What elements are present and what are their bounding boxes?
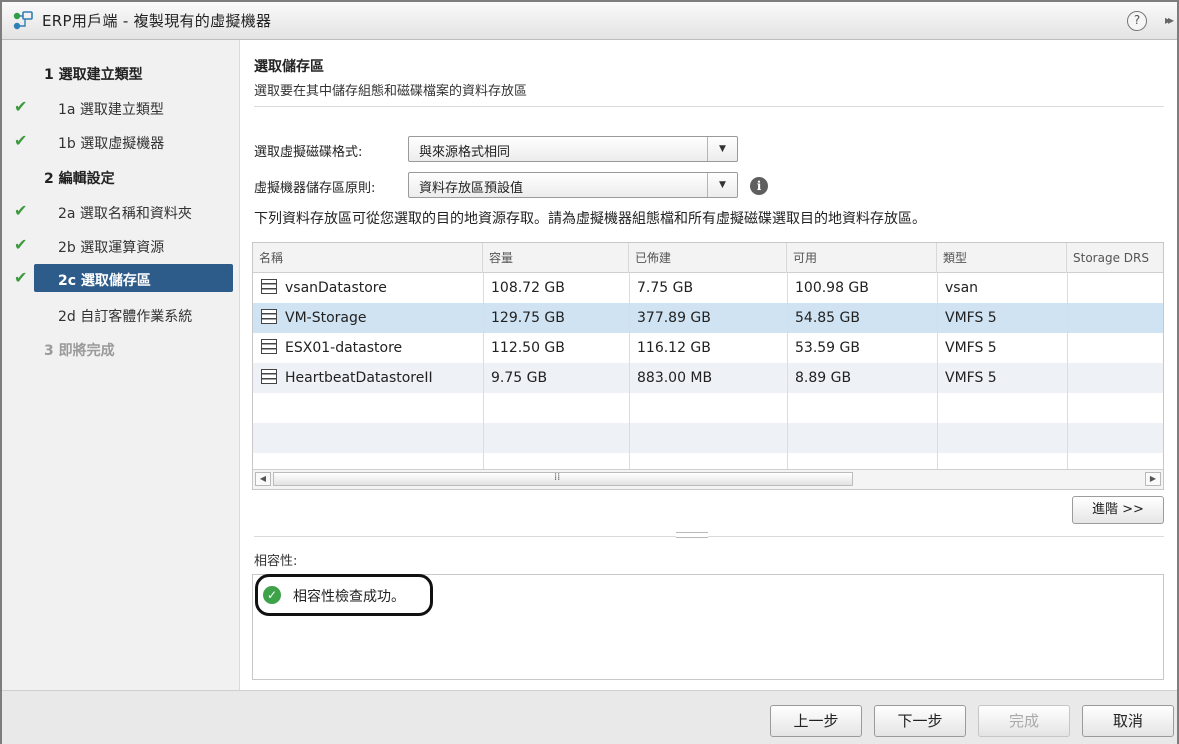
disk-format-select[interactable]: 與來源格式相同 ▼ bbox=[408, 136, 738, 162]
storage-policy-value: 資料存放區預設值 bbox=[419, 181, 524, 196]
wizard-window: ERP用戶端 - 複製現有的虛擬機器 ? ▸▸ 1 選取建立類型 ✔ 1a 選取… bbox=[0, 0, 1179, 744]
scroll-right-icon[interactable]: ▶ bbox=[1145, 472, 1161, 486]
storage-policy-label: 虛擬機器儲存區原則: bbox=[254, 181, 376, 196]
table-row[interactable]: ESX01-datastore 112.50 GB 116.12 GB 53.5… bbox=[253, 333, 1163, 363]
step-label: 2b 選取運算資源 bbox=[58, 240, 165, 256]
step-2d[interactable]: 2d 自訂客體作業系統 bbox=[2, 300, 240, 330]
step-1a[interactable]: ✔ 1a 選取建立類型 bbox=[2, 93, 240, 123]
datastore-type: vsan bbox=[945, 280, 979, 296]
datastore-icon bbox=[261, 309, 277, 324]
cancel-button[interactable]: 取消 bbox=[1082, 705, 1174, 737]
step-label: 2c 選取儲存區 bbox=[58, 273, 151, 289]
advanced-button[interactable]: 進階 >> bbox=[1072, 496, 1164, 524]
datastore-capacity: 108.72 GB bbox=[491, 280, 565, 296]
next-button[interactable]: 下一步 bbox=[874, 705, 966, 737]
datastore-icon bbox=[261, 369, 277, 384]
help-icon[interactable]: ? bbox=[1127, 11, 1147, 31]
datastore-provisioned: 116.12 GB bbox=[637, 340, 711, 356]
disk-format-value: 與來源格式相同 bbox=[419, 145, 511, 160]
datastore-provisioned: 377.89 GB bbox=[637, 310, 711, 326]
step-label: 1 選取建立類型 bbox=[44, 67, 143, 83]
datastore-capacity: 129.75 GB bbox=[491, 310, 565, 326]
table-empty-row bbox=[253, 423, 1163, 453]
page-subtitle: 選取要在其中儲存組態和磁碟檔案的資料存放區 bbox=[254, 84, 528, 99]
datastore-icon bbox=[261, 339, 277, 354]
check-icon: ✔ bbox=[14, 131, 28, 150]
datastore-capacity: 9.75 GB bbox=[491, 370, 548, 386]
horizontal-scrollbar[interactable]: ◀ ⁞⁞ ▶ bbox=[253, 469, 1163, 489]
datastore-name: VM-Storage bbox=[285, 310, 367, 326]
step-label: 2d 自訂客體作業系統 bbox=[58, 309, 193, 325]
splitter-grip-icon[interactable] bbox=[676, 532, 708, 538]
window-title: ERP用戶端 - 複製現有的虛擬機器 bbox=[42, 12, 272, 30]
check-icon: ✔ bbox=[14, 235, 28, 254]
datastore-name: HeartbeatDatastoreII bbox=[285, 370, 433, 386]
scroll-thumb[interactable]: ⁞⁞ bbox=[273, 472, 853, 486]
datastore-table: 名稱 容量 已佈建 可用 類型 Storage DRS vsanDatastor… bbox=[252, 242, 1164, 490]
datastore-provisioned: 7.75 GB bbox=[637, 280, 694, 296]
scroll-left-icon[interactable]: ◀ bbox=[255, 472, 271, 486]
table-row[interactable]: HeartbeatDatastoreII 9.75 GB 883.00 MB 8… bbox=[253, 363, 1163, 393]
datastore-type: VMFS 5 bbox=[945, 310, 997, 326]
step-label: 3 即將完成 bbox=[44, 343, 115, 359]
step-2b[interactable]: ✔ 2b 選取運算資源 bbox=[2, 231, 240, 261]
column-header-name[interactable]: 名稱 bbox=[253, 243, 483, 273]
storage-policy-select[interactable]: 資料存放區預設值 ▼ bbox=[408, 172, 738, 198]
table-row-selected[interactable]: VM-Storage 129.75 GB 377.89 GB 54.85 GB … bbox=[253, 303, 1163, 333]
footer-bar: 上一步 下一步 完成 取消 bbox=[2, 690, 1177, 744]
table-empty-row bbox=[253, 393, 1163, 423]
step-2c[interactable]: ✔ 2c 選取儲存區 bbox=[2, 264, 240, 294]
info-icon[interactable]: i bbox=[750, 177, 768, 195]
datastore-type: VMFS 5 bbox=[945, 340, 997, 356]
check-icon: ✔ bbox=[14, 268, 28, 287]
compatibility-label: 相容性: bbox=[254, 554, 298, 569]
compatibility-panel: ✓ 相容性檢查成功。 bbox=[252, 574, 1164, 680]
datastore-name: vsanDatastore bbox=[285, 280, 387, 296]
main-panel: 選取儲存區 選取要在其中儲存組態和磁碟檔案的資料存放區 選取虛擬磁碟格式: 與來… bbox=[240, 40, 1177, 690]
step-2: 2 編輯設定 bbox=[2, 162, 240, 192]
column-header-provisioned[interactable]: 已佈建 bbox=[629, 243, 787, 273]
column-header-type[interactable]: 類型 bbox=[937, 243, 1067, 273]
table-row[interactable]: vsanDatastore 108.72 GB 7.75 GB 100.98 G… bbox=[253, 273, 1163, 303]
step-1: 1 選取建立類型 bbox=[2, 58, 240, 88]
table-header: 名稱 容量 已佈建 可用 類型 Storage DRS bbox=[253, 243, 1163, 273]
datastore-name: ESX01-datastore bbox=[285, 340, 403, 356]
datastore-free: 100.98 GB bbox=[795, 280, 869, 296]
column-header-storage-drs[interactable]: Storage DRS bbox=[1067, 243, 1163, 273]
splitter bbox=[254, 536, 1164, 537]
datastore-free: 53.59 GB bbox=[795, 340, 860, 356]
wizard-steps: 1 選取建立類型 ✔ 1a 選取建立類型 ✔ 1b 選取虛擬機器 2 編輯設定 … bbox=[2, 40, 240, 690]
divider bbox=[254, 106, 1164, 107]
step-label: 1b 選取虛擬機器 bbox=[58, 136, 165, 152]
step-label: 2a 選取名稱和資料夾 bbox=[58, 206, 192, 222]
datastore-description: 下列資料存放區可從您選取的目的地資源存取。請為虛擬機器組態檔和所有虛擬磁碟選取目… bbox=[254, 211, 926, 227]
datastore-type: VMFS 5 bbox=[945, 370, 997, 386]
finish-button[interactable]: 完成 bbox=[978, 705, 1070, 737]
step-3: 3 即將完成 bbox=[2, 334, 240, 364]
back-button[interactable]: 上一步 bbox=[770, 705, 862, 737]
title-bar: ERP用戶端 - 複製現有的虛擬機器 ? ▸▸ bbox=[2, 2, 1177, 40]
success-icon: ✓ bbox=[263, 586, 281, 604]
datastore-icon bbox=[261, 279, 277, 294]
expand-icon[interactable]: ▸▸ bbox=[1165, 13, 1174, 27]
column-header-capacity[interactable]: 容量 bbox=[483, 243, 629, 273]
datastore-free: 8.89 GB bbox=[795, 370, 852, 386]
column-header-free[interactable]: 可用 bbox=[787, 243, 937, 273]
compatibility-message: 相容性檢查成功。 bbox=[293, 589, 405, 605]
disk-format-label: 選取虛擬磁碟格式: bbox=[254, 145, 363, 160]
page-title: 選取儲存區 bbox=[254, 59, 324, 75]
dropdown-arrow-icon[interactable]: ▼ bbox=[707, 137, 737, 161]
datastore-free: 54.85 GB bbox=[795, 310, 860, 326]
step-2a[interactable]: ✔ 2a 選取名稱和資料夾 bbox=[2, 197, 240, 227]
dropdown-arrow-icon[interactable]: ▼ bbox=[707, 173, 737, 197]
app-icon bbox=[10, 8, 36, 34]
check-icon: ✔ bbox=[14, 97, 28, 116]
datastore-provisioned: 883.00 MB bbox=[637, 370, 713, 386]
step-label: 2 編輯設定 bbox=[44, 171, 115, 187]
datastore-capacity: 112.50 GB bbox=[491, 340, 565, 356]
check-icon: ✔ bbox=[14, 201, 28, 220]
step-label: 1a 選取建立類型 bbox=[58, 102, 164, 118]
step-1b[interactable]: ✔ 1b 選取虛擬機器 bbox=[2, 127, 240, 157]
